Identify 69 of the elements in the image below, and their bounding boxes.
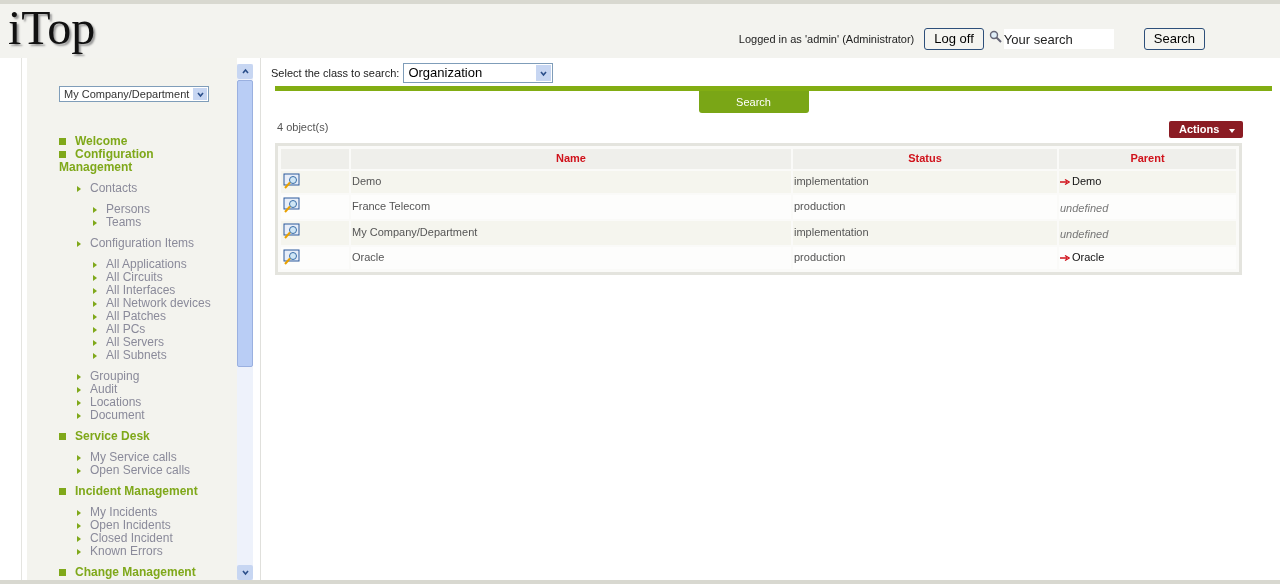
menu-item[interactable]: Persons [106, 203, 151, 216]
menu-item[interactable]: All Subnets [106, 349, 167, 362]
menu-item[interactable]: Configuration Items [90, 237, 195, 250]
details-icon[interactable] [283, 196, 300, 213]
column-header[interactable]: Parent [1059, 148, 1236, 169]
object-count: 4 object(s) [277, 120, 329, 135]
menu-item[interactable]: All Interfaces [106, 284, 176, 297]
menu-item[interactable]: All PCs [106, 323, 146, 336]
menu-item[interactable]: Document [90, 409, 145, 422]
scroll-up-button[interactable] [237, 64, 253, 79]
table-cell: implementation [793, 220, 1057, 245]
table-cell: France Telecom [351, 194, 791, 219]
menu-section[interactable]: Incident Management [59, 485, 199, 498]
parent-link[interactable]: Oracle [1072, 249, 1105, 266]
table-cell: production [793, 194, 1057, 219]
class-select[interactable]: Organization [403, 63, 554, 83]
triangle-icon [77, 240, 81, 247]
details-icon[interactable] [283, 248, 300, 265]
menu-item[interactable]: Open Service calls [90, 464, 191, 477]
caret-down-icon [1229, 128, 1236, 133]
menu-item[interactable]: Audit [90, 383, 118, 396]
actions-button[interactable]: Actions [1169, 120, 1243, 138]
menu-item[interactable]: Closed Incident [90, 532, 173, 545]
arrow-icon [1060, 178, 1070, 185]
search-tab[interactable]: Search [698, 91, 809, 113]
column-header[interactable]: Status [793, 148, 1057, 169]
arrow-icon [1060, 254, 1070, 261]
menu-item[interactable]: All Network devices [106, 297, 211, 310]
menu-section[interactable]: Configuration Management [59, 148, 199, 174]
scroll-down-button[interactable] [237, 565, 253, 580]
menu-item[interactable]: All Patches [106, 310, 167, 323]
details-icon[interactable] [283, 172, 300, 189]
menu-item[interactable]: Teams [106, 216, 142, 229]
menu-item[interactable]: Contacts [90, 182, 138, 195]
menu-item[interactable]: Grouping [90, 370, 140, 383]
table-cell: undefined [1060, 201, 1109, 214]
menu-section[interactable]: Welcome [59, 135, 199, 148]
column-header[interactable]: Name [351, 148, 791, 169]
search-field[interactable]: Your search [1003, 29, 1114, 49]
menu-item[interactable]: All Circuits [106, 271, 163, 284]
details-icon[interactable] [283, 222, 300, 239]
table-cell: Oracle [351, 246, 791, 269]
menu-item[interactable]: Open Incidents [90, 519, 171, 532]
class-label: Select the class to search: [271, 65, 400, 81]
menu-item[interactable]: My Service calls [90, 451, 177, 464]
parent-link[interactable]: Demo [1072, 173, 1102, 190]
logoff-button[interactable]: Log off [924, 28, 984, 50]
table-cell: undefined [1060, 227, 1109, 240]
menu-item[interactable]: All Servers [106, 336, 164, 349]
logo[interactable]: iTop [8, 2, 96, 54]
menu-section[interactable]: Change Management [59, 566, 199, 579]
scrollbar[interactable] [237, 64, 253, 580]
login-info: Logged in as 'admin' (Administrator) [738, 31, 915, 47]
menu-item[interactable]: Locations [90, 396, 142, 409]
menu-item[interactable]: My Incidents [90, 506, 158, 519]
table-cell: implementation [793, 170, 1057, 193]
company-select[interactable]: My Company/Department [59, 86, 209, 102]
caret-down-icon [240, 568, 250, 577]
caret-up-icon [240, 67, 250, 76]
search-button[interactable]: Search [1143, 28, 1205, 50]
menu-section[interactable]: Service Desk [59, 430, 199, 443]
table-cell: production [793, 246, 1057, 269]
table-cell: Demo [351, 170, 791, 193]
triangle-icon [77, 185, 81, 192]
search-icon [988, 30, 1003, 44]
menu-item[interactable]: Known Errors [90, 545, 163, 558]
table-cell: My Company/Department [351, 220, 791, 245]
scroll-thumb[interactable] [237, 80, 253, 367]
menu-item[interactable]: All Applications [106, 258, 187, 271]
